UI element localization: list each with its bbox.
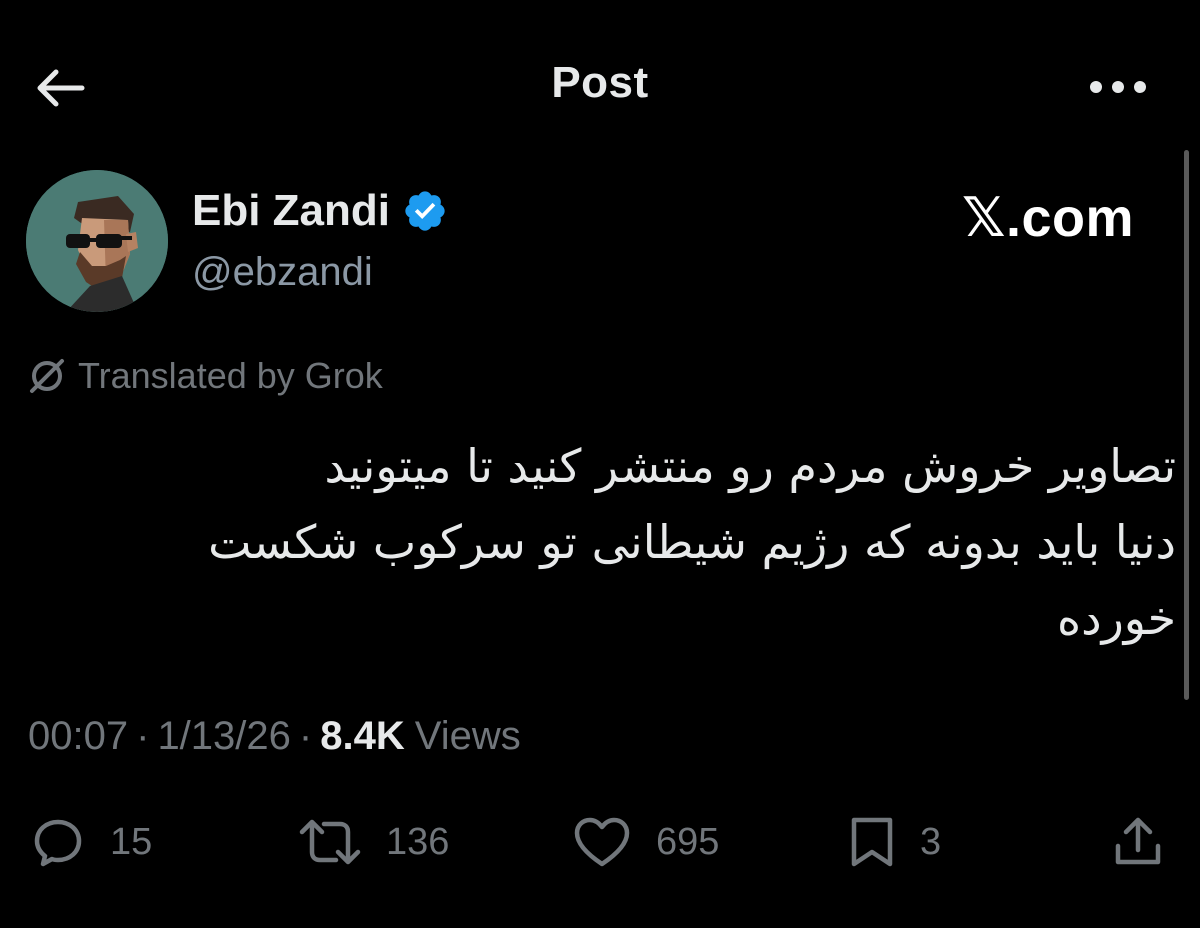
avatar-portrait-icon [26,170,168,312]
avatar[interactable] [26,170,168,312]
repost-button[interactable]: 136 [298,812,449,872]
repost-icon [299,819,361,865]
watermark-text: .com [1006,188,1135,248]
verified-badge-icon [405,191,445,231]
views-label: Views [414,714,521,758]
scrollbar[interactable] [1184,150,1189,700]
more-button[interactable] [1080,62,1156,112]
page-title: Post [551,58,649,107]
author-handle[interactable]: @ebzandi [192,250,373,295]
views-count: 8.4K [320,714,405,758]
reply-icon [34,819,82,867]
like-button[interactable]: 695 [572,812,719,872]
share-icon [1115,817,1161,865]
display-name[interactable]: Ebi Zandi [192,186,390,236]
bookmark-button[interactable]: 3 [848,812,941,872]
repost-count: 136 [386,820,450,863]
post-date[interactable]: 1/13/26 [157,714,290,759]
post-text-line: خورده [1057,591,1176,645]
post-text-line: دنیا باید بدونه که رژیم شیطانی تو سرکوب … [208,515,1176,569]
reply-button[interactable]: 15 [30,812,152,872]
grok-icon [30,359,64,393]
more-horizontal-icon [1090,81,1146,93]
author-name-row[interactable]: Ebi Zandi [192,186,448,236]
translation-notice[interactable]: Translated by Grok [28,355,383,397]
bookmark-count: 3 [920,820,942,863]
post-text-line: تصاویر خروش مردم رو منتشر کنید تا میتونی… [324,439,1177,493]
reply-count: 15 [110,820,153,863]
like-count: 695 [656,820,720,863]
arrow-left-icon [37,69,85,107]
separator-dot: · [136,714,150,758]
share-button[interactable] [1110,812,1166,872]
post-meta: 00:07 · 1/13/26 · 8.4K Views [28,714,521,759]
x-logo-glyph: 𝕏 [962,186,1007,249]
heart-icon [574,817,630,867]
x-com-watermark: 𝕏.com [962,186,1134,249]
bookmark-icon [851,817,893,867]
translation-label: Translated by Grok [78,355,383,396]
post-time[interactable]: 00:07 [28,714,128,759]
post-text: تصاویر خروش مردم رو منتشر کنید تا میتونی… [120,428,1176,656]
separator-dot: · [298,714,313,758]
back-button[interactable] [28,60,92,116]
